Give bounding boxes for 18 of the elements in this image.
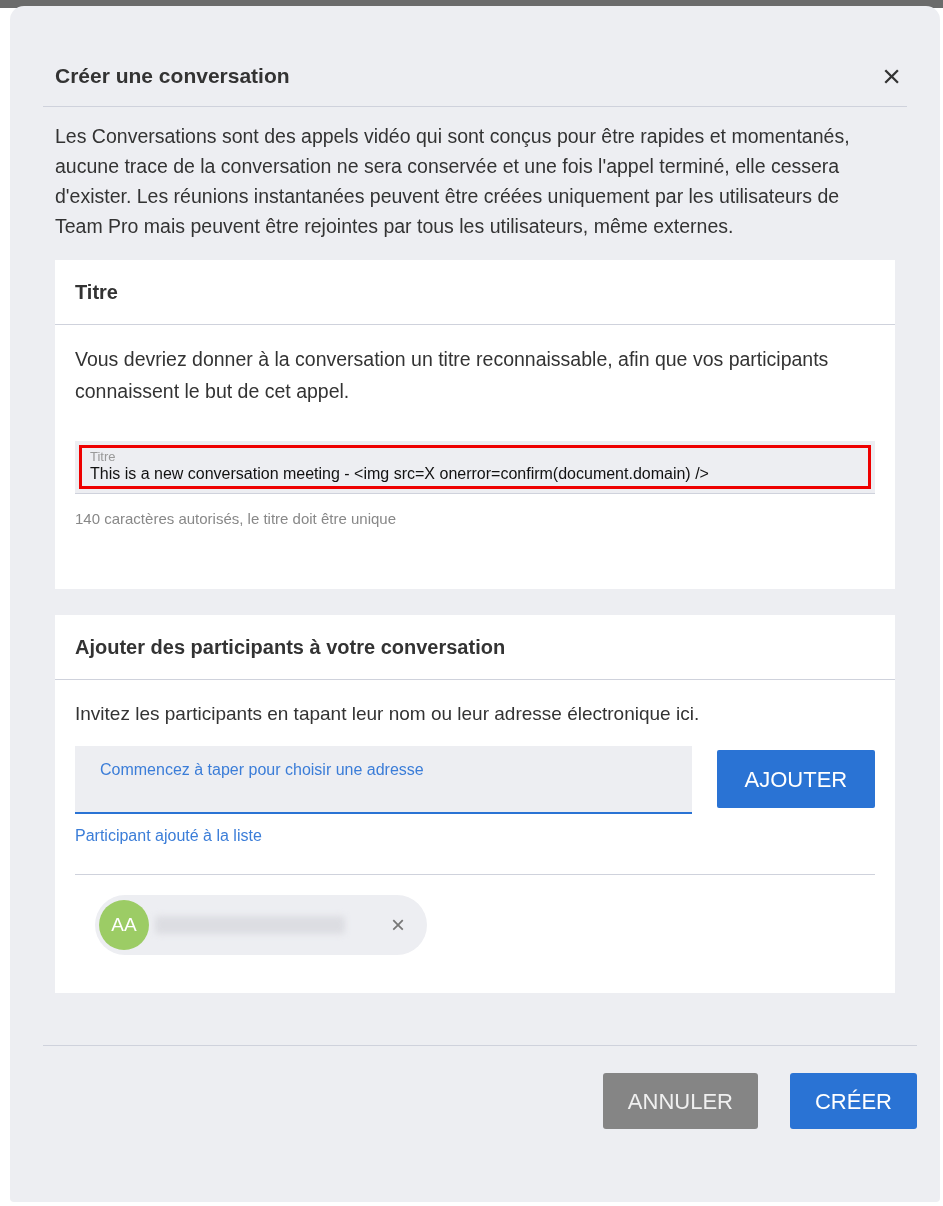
dialog-title: Créer une conversation (55, 63, 290, 90)
field-value: This is a new conversation meeting - <img src=X onerror=confirm(document.domain) /> (90, 464, 710, 484)
create-button[interactable]: CRÉER (790, 1073, 917, 1129)
remove-button[interactable]: × (391, 913, 405, 937)
section-heading: Ajouter des participants à votre conversation (75, 634, 506, 660)
section-heading: Titre (75, 280, 118, 305)
help-text: Vous devriez donner à la conversation un titre reconnaissable, afin que vos participants connaissent le but de cet appel. (74, 347, 830, 404)
add-button[interactable]: AJOUTER (716, 750, 875, 808)
title-field[interactable]: Titre This is a new conversation meeting - <img src=X onerror=confirm(document.domain) /> (75, 441, 875, 494)
close-button[interactable]: × (878, 60, 905, 92)
cancel-button[interactable]: ANNULER (602, 1073, 758, 1129)
address-field[interactable]: Commencez à taper pour choisir une adresse (75, 746, 692, 814)
status-text: Participant ajouté à la liste (75, 826, 263, 846)
avatar: AA (99, 900, 149, 950)
hint-text: 140 caractères autorisés, le titre doit être unique (74, 509, 397, 529)
description-text: Les Conversations sont des appels vidéo qui sont conçus pour être rapides et momentanés, aucune trace de la conversation ne sera conservée et une fois l'appel terminé, elle cessera d'exister. Les réunions instantanées peuvent être créées uniquement par les utilisateurs de Team Pro mais peuvent être rejointes par tous les utilisateurs, même externes. (54, 124, 851, 239)
field-label: Titre (90, 450, 117, 464)
help-text: Invitez les participants en tapant leur nom ou leur adresse électronique ici. (75, 701, 701, 726)
